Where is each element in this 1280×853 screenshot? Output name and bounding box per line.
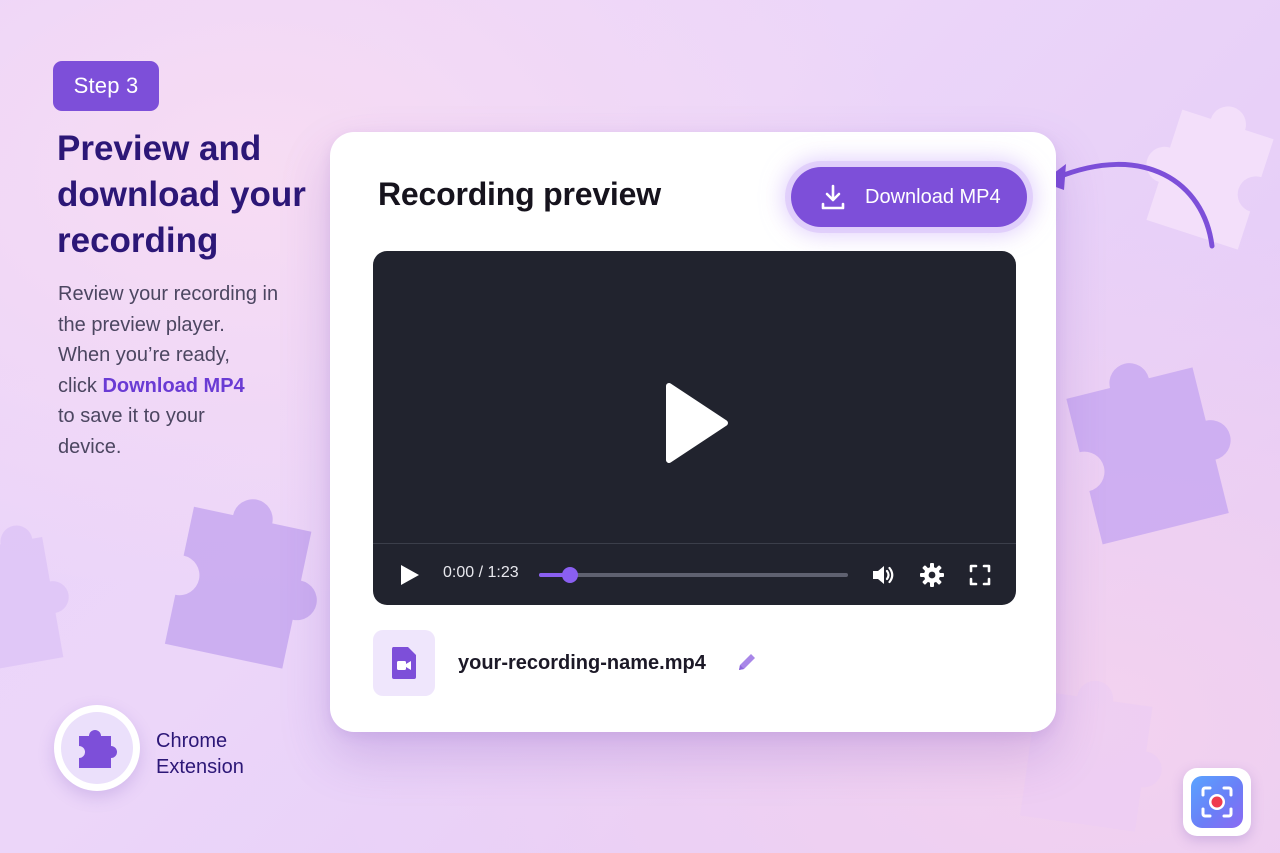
play-icon[interactable]	[399, 563, 421, 587]
step-badge: Step 3	[53, 61, 159, 111]
description-line: click Download MP4	[58, 371, 308, 402]
description-line: Review your recording in	[58, 283, 279, 305]
volume-icon[interactable]	[870, 562, 896, 588]
headline-line: recording	[57, 221, 219, 260]
puzzle-decoration-left	[150, 470, 350, 690]
description-line: When you’re ready,	[58, 344, 230, 367]
description-line: to save it to your	[58, 405, 205, 428]
download-highlight: Download MP4	[102, 374, 245, 397]
fullscreen-icon[interactable]	[968, 563, 992, 587]
download-icon	[821, 184, 845, 210]
arrow-pointer-icon	[1042, 161, 1215, 249]
puzzle-decoration-far-left	[0, 500, 80, 690]
description-prefix: click	[58, 374, 103, 397]
screen-recorder-app-icon[interactable]	[1183, 768, 1251, 836]
puzzle-decoration-right	[1040, 330, 1260, 560]
file-row: your-recording-name.mp4	[373, 630, 1013, 696]
chrome-extension-badge	[54, 705, 140, 791]
puzzle-icon	[79, 730, 117, 768]
pencil-icon[interactable]	[735, 650, 759, 674]
description-line: device.	[58, 435, 122, 458]
record-icon	[1201, 786, 1233, 818]
description-line: the preview player.	[58, 313, 225, 336]
page-headline: Preview and download your recording	[57, 126, 327, 264]
headline-line: download your	[57, 175, 306, 214]
extension-label-line: Extension	[156, 756, 244, 778]
card-title: Recording preview	[378, 176, 661, 212]
extension-label-line: Chrome	[156, 730, 228, 752]
video-file-icon	[391, 647, 416, 679]
file-name: your-recording-name.mp4	[458, 652, 706, 674]
player-controls: 0:00 / 1:23	[373, 543, 1016, 605]
video-player[interactable]: 0:00 / 1:23	[373, 251, 1016, 605]
recording-preview-card: Recording preview Download MP4 0:00 / 1:…	[330, 132, 1056, 732]
file-icon-box	[373, 630, 435, 696]
big-play-button[interactable]	[645, 373, 745, 473]
time-display: 0:00 / 1:23	[443, 564, 519, 581]
extension-label: Chrome Extension	[156, 728, 244, 780]
step-description: Review your recording in the preview pla…	[58, 279, 308, 463]
progress-bar[interactable]	[539, 567, 848, 583]
download-mp4-button[interactable]: Download MP4	[791, 167, 1027, 227]
settings-icon[interactable]	[919, 562, 945, 588]
play-icon	[666, 383, 728, 463]
progress-handle[interactable]	[561, 567, 578, 583]
headline-line: Preview and	[57, 129, 262, 168]
download-button-label: Download MP4	[865, 185, 1001, 208]
